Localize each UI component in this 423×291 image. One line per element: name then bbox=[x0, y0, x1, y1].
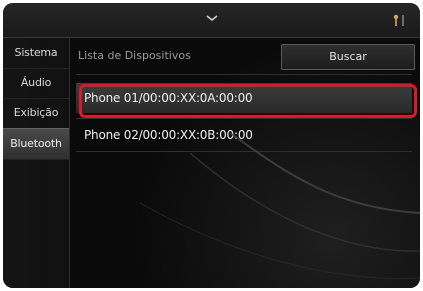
chevron-down-icon-svg bbox=[206, 15, 218, 22]
row-divider bbox=[76, 74, 412, 75]
chevron-down-icon[interactable] bbox=[200, 12, 224, 28]
row-divider bbox=[76, 118, 412, 119]
status-indicator-icon bbox=[390, 12, 410, 28]
background-wave-decoration bbox=[139, 133, 420, 280]
display-screen: Sistema Áudio Exibição Bluetooth Lista d… bbox=[3, 3, 420, 288]
sidebar-item-bluetooth[interactable]: Bluetooth bbox=[3, 128, 69, 160]
status-indicator-icon-svg bbox=[393, 14, 404, 26]
sidebar-item-audio[interactable]: Áudio bbox=[3, 68, 69, 99]
device-list-title: Lista de Dispositivos bbox=[78, 49, 191, 62]
sidebar-item-sistema[interactable]: Sistema bbox=[3, 38, 69, 69]
screenshot-frame: Sistema Áudio Exibição Bluetooth Lista d… bbox=[0, 0, 423, 291]
device-row-phone-01[interactable]: Phone 01/00:00:XX:0A:00:00 bbox=[76, 83, 412, 113]
search-button[interactable]: Buscar bbox=[281, 44, 415, 70]
sidebar-item-exibicao[interactable]: Exibição bbox=[3, 98, 69, 129]
top-bar bbox=[3, 3, 420, 38]
settings-sidebar: Sistema Áudio Exibição Bluetooth bbox=[3, 38, 69, 288]
